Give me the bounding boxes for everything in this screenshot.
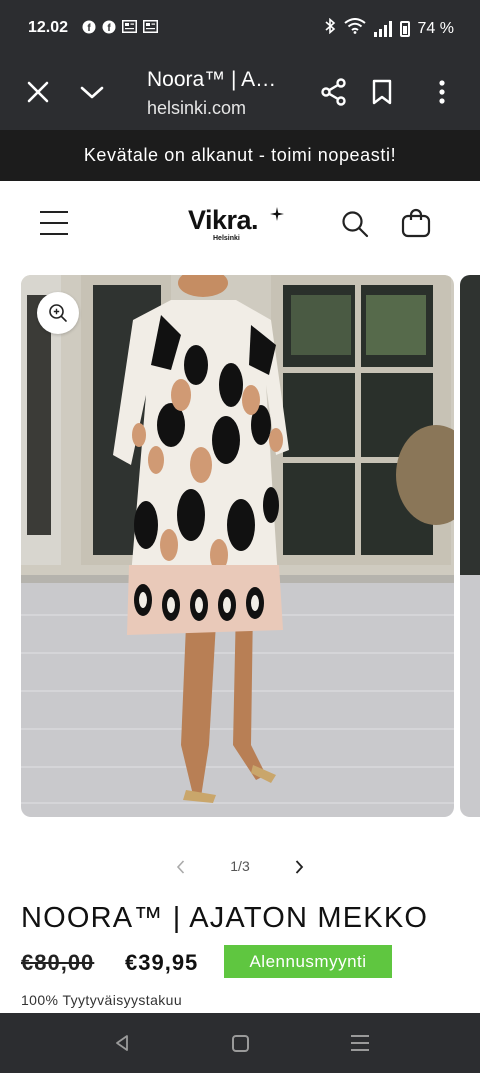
- page-url[interactable]: helsinki.com: [147, 98, 246, 119]
- system-icons: 74 %: [324, 17, 454, 39]
- bluetooth-icon: [324, 17, 336, 39]
- sale-badge: Alennusmyynti: [224, 945, 392, 978]
- battery-icon: [399, 20, 410, 37]
- chevron-left-icon[interactable]: [172, 858, 190, 876]
- signal-icon: [373, 20, 392, 37]
- cart-icon[interactable]: [400, 207, 432, 239]
- page-title: Noora™ | A…: [147, 68, 277, 91]
- product-gallery[interactable]: [0, 275, 480, 817]
- gallery-counter: 1/3: [230, 858, 250, 874]
- logo-subtext: Helsinki: [213, 235, 240, 242]
- notification-icons: f f: [82, 20, 158, 38]
- share-icon[interactable]: [320, 78, 348, 106]
- status-time: 12.02: [28, 19, 69, 36]
- recents-icon[interactable]: [351, 1035, 369, 1053]
- product-photo[interactable]: [21, 275, 454, 817]
- sale-price: €39,95: [125, 950, 199, 975]
- back-icon[interactable]: [112, 1033, 132, 1053]
- close-icon[interactable]: [24, 78, 52, 106]
- price-row: €80,00 €39,95 Alennusmyynti: [21, 945, 461, 981]
- more-options-icon[interactable]: [430, 78, 454, 106]
- system-nav-bar: [0, 1013, 480, 1073]
- news-icon: [143, 20, 158, 38]
- browser-toolbar: Noora™ | A… helsinki.com: [0, 56, 480, 130]
- battery-percent: 74 %: [417, 19, 454, 37]
- status-bar: 12.02 f f 74 %: [0, 0, 480, 56]
- search-icon[interactable]: [340, 209, 370, 239]
- zoom-icon[interactable]: [37, 292, 79, 334]
- announcement-bar: Kevätale on alkanut - toimi nopeasti!: [0, 130, 480, 181]
- news-icon: [122, 20, 137, 38]
- menu-icon[interactable]: [40, 211, 68, 237]
- chevron-down-icon[interactable]: [78, 80, 106, 108]
- old-price: €80,00: [21, 950, 95, 975]
- gallery-pager: 1/3: [0, 852, 480, 882]
- logo-text: Vikra.: [188, 205, 259, 235]
- wifi-icon: [343, 18, 366, 39]
- home-icon[interactable]: [232, 1035, 249, 1052]
- logo[interactable]: Vikra. Helsinki: [188, 205, 298, 245]
- chevron-right-icon[interactable]: [290, 858, 308, 876]
- facebook-icon: f: [102, 20, 116, 38]
- site-header: Vikra. Helsinki: [0, 181, 480, 271]
- facebook-icon: f: [82, 20, 96, 38]
- next-product-photo[interactable]: [460, 275, 480, 817]
- bookmark-icon[interactable]: [370, 78, 394, 106]
- guarantee-text: 100% Tyytyväisyystakuu: [21, 992, 183, 1008]
- product-title: NOORA™ | AJATON MEKKO: [21, 902, 429, 934]
- sparkle-icon: [270, 207, 284, 224]
